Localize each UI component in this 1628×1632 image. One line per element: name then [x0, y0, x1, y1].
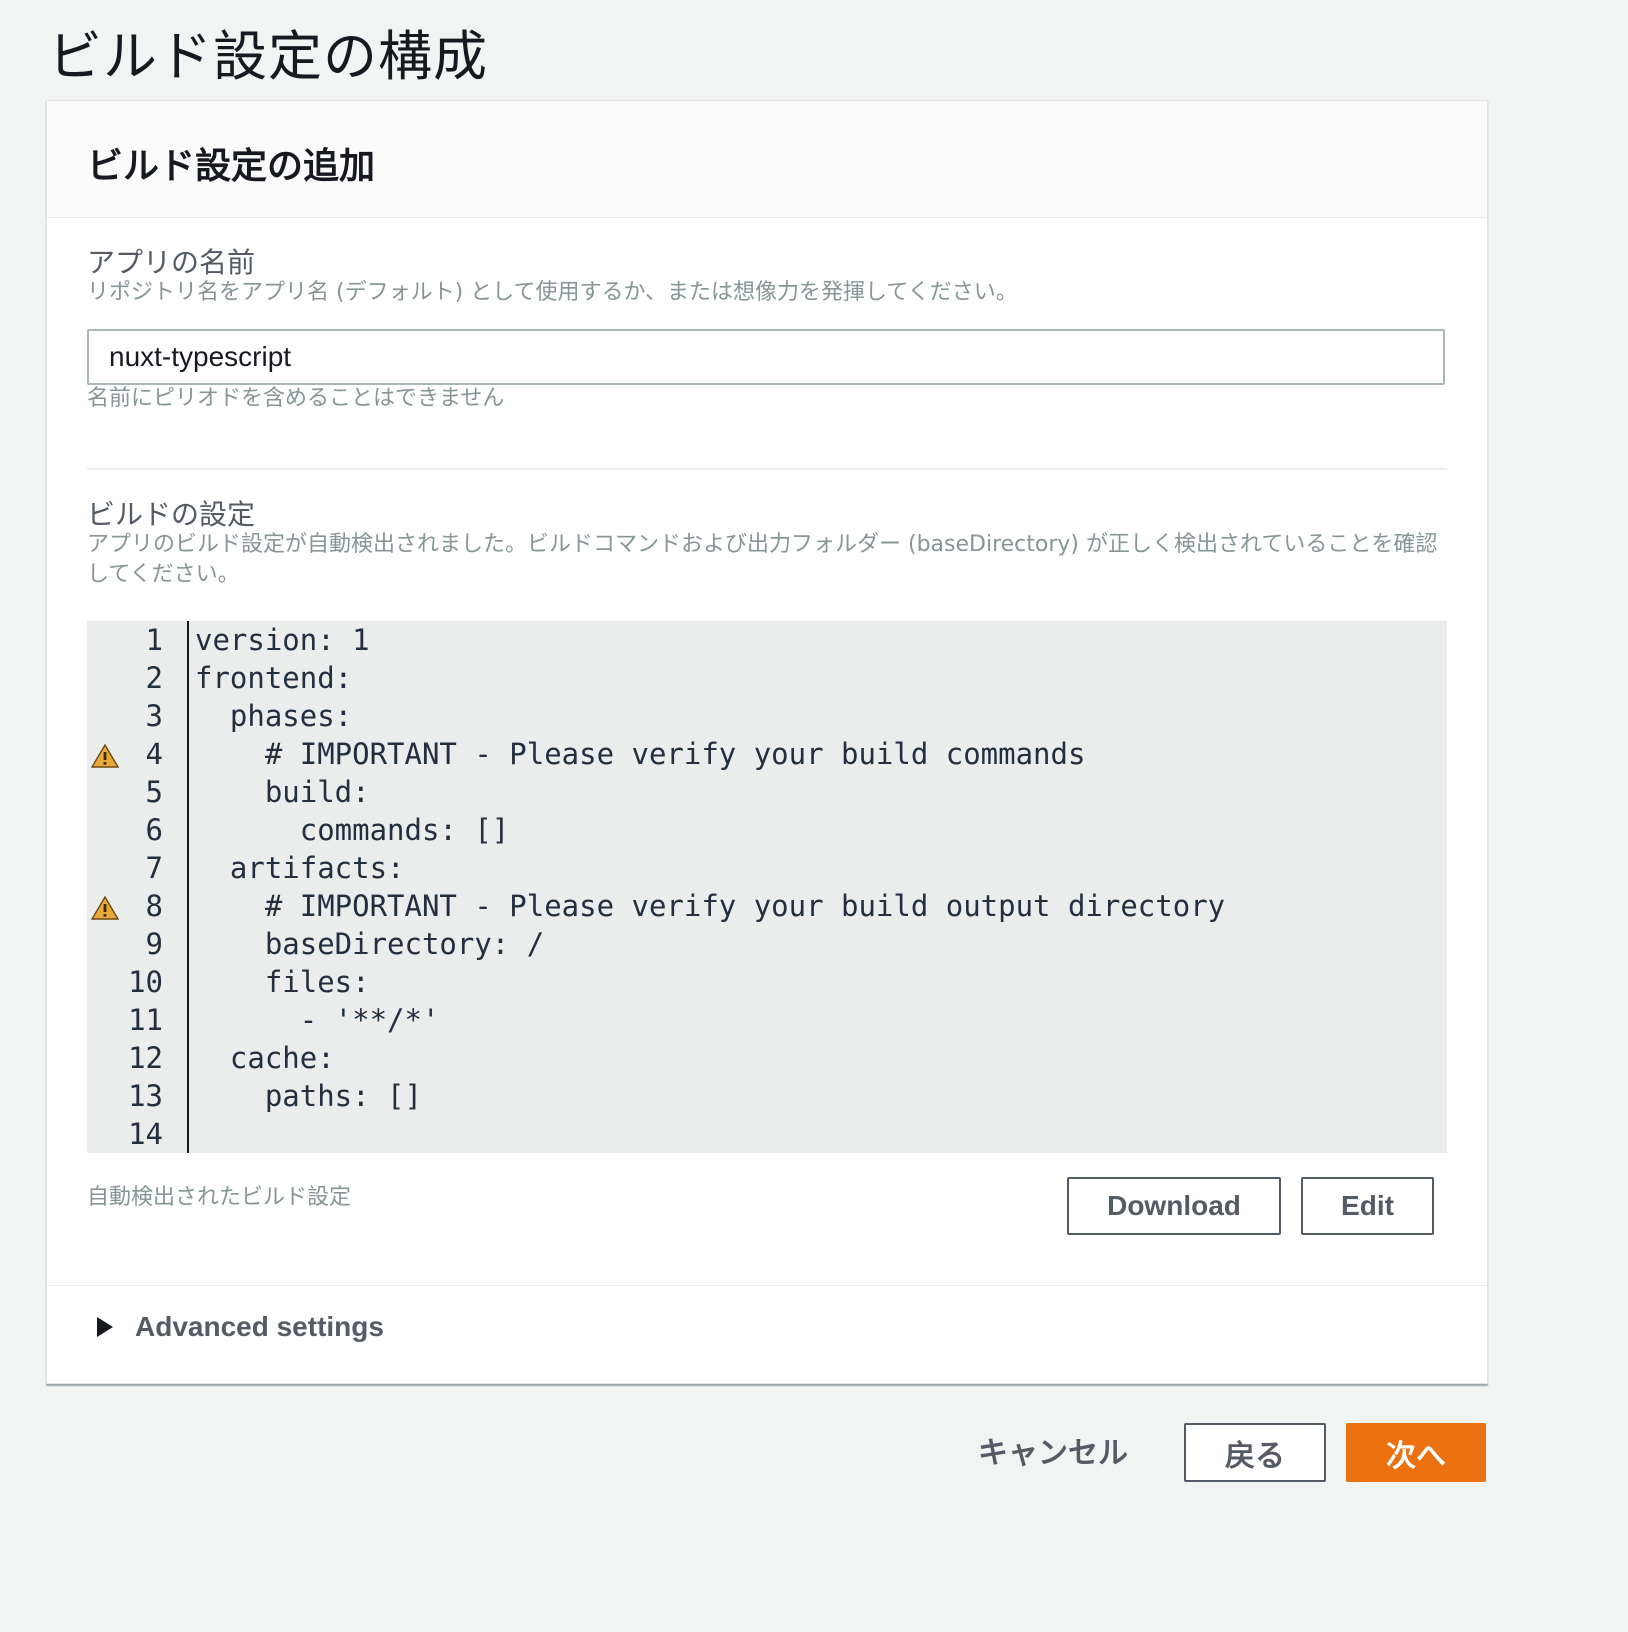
line-code: # IMPORTANT - Please verify your build o…	[195, 889, 1226, 923]
line-number: 8	[145, 889, 163, 923]
build-settings-label: ビルドの設定	[87, 498, 256, 531]
back-button[interactable]: 戻る	[1184, 1423, 1326, 1482]
app-name-description: リポジトリ名をアプリ名 (デフォルト) として使用するか、または想像力を発揮して…	[87, 280, 1018, 305]
code-line: 14	[87, 1115, 1447, 1153]
code-line: 4 # IMPORTANT - Please verify your build…	[87, 735, 1447, 773]
card-title: ビルド設定の追加	[87, 146, 376, 187]
advanced-settings-toggle[interactable]: Advanced settings	[97, 1311, 384, 1343]
app-name-input[interactable]	[87, 329, 1445, 385]
line-number: 2	[145, 661, 163, 695]
advanced-divider	[47, 1285, 1487, 1286]
download-button[interactable]: Download	[1067, 1177, 1281, 1235]
app-name-hint: 名前にピリオドを含めることはできません	[87, 386, 505, 411]
page-title: ビルド設定の構成	[48, 25, 488, 88]
line-number: 10	[128, 965, 163, 999]
code-line: 10 files:	[87, 963, 1447, 1001]
line-code: paths: []	[195, 1079, 422, 1113]
line-number: 3	[145, 699, 163, 733]
line-code: frontend:	[195, 661, 353, 695]
line-code: version: 1	[195, 623, 370, 657]
editor-caption: 自動検出されたビルド設定	[87, 1185, 352, 1210]
line-number: 6	[145, 813, 163, 847]
line-code: commands: []	[195, 813, 510, 847]
code-line: 12 cache:	[87, 1039, 1447, 1077]
code-line: 8 # IMPORTANT - Please verify your build…	[87, 887, 1447, 925]
line-code: cache:	[195, 1041, 335, 1075]
line-number: 13	[128, 1079, 163, 1113]
code-line: 2 frontend:	[87, 659, 1447, 697]
line-code: - '**/*'	[195, 1003, 440, 1037]
build-settings-description: アプリのビルド設定が自動検出されました。ビルドコマンドおよび出力フォルダー (b…	[87, 532, 1438, 587]
app-name-label: アプリの名前	[87, 246, 256, 279]
code-line: 6 commands: []	[87, 811, 1447, 849]
line-code: baseDirectory: /	[195, 927, 545, 961]
code-line: 11 - '**/*'	[87, 1001, 1447, 1039]
section-divider	[87, 468, 1447, 470]
line-code: # IMPORTANT - Please verify your build c…	[195, 737, 1086, 771]
line-code: phases:	[195, 699, 353, 733]
line-number: 1	[145, 623, 163, 657]
code-line: 9 baseDirectory: /	[87, 925, 1447, 963]
advanced-settings-label: Advanced settings	[135, 1311, 384, 1342]
code-line: 3 phases:	[87, 697, 1447, 735]
line-code: build:	[195, 775, 370, 809]
code-line: 5 build:	[87, 773, 1447, 811]
code-line: 7 artifacts:	[87, 849, 1447, 887]
edit-button[interactable]: Edit	[1301, 1177, 1434, 1235]
code-line: 13 paths: []	[87, 1077, 1447, 1115]
card-header: ビルド設定の追加	[47, 101, 1487, 218]
line-number: 4	[145, 737, 163, 771]
build-settings-card: ビルド設定の追加 アプリの名前 リポジトリ名をアプリ名 (デフォルト) として使…	[46, 100, 1488, 1384]
line-code: files:	[195, 965, 370, 999]
line-number: 7	[145, 851, 163, 885]
line-code: artifacts:	[195, 851, 405, 885]
line-number: 5	[145, 775, 163, 809]
line-number: 9	[145, 927, 163, 961]
line-number: 14	[128, 1117, 163, 1151]
line-number: 12	[128, 1041, 163, 1075]
build-spec-editor[interactable]: 1 version: 1 2 frontend: 3 phases: 4 # IMPORT…	[87, 621, 1447, 1153]
next-button[interactable]: 次へ	[1346, 1423, 1486, 1482]
code-line: 1 version: 1	[87, 621, 1447, 659]
cancel-button[interactable]: キャンセル	[978, 1428, 1128, 1472]
caret-right-icon	[97, 1317, 113, 1337]
line-number: 11	[128, 1003, 163, 1037]
